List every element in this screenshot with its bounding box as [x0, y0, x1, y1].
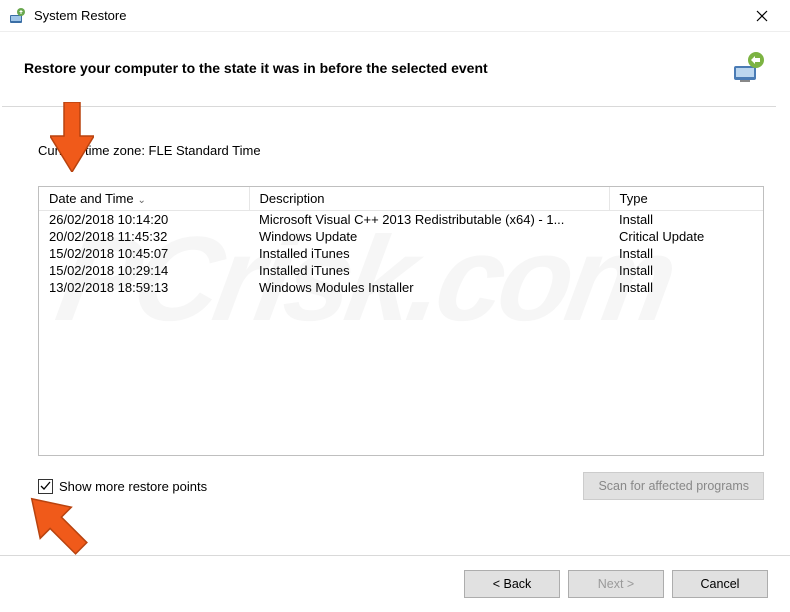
page-heading: Restore your computer to the state it wa… — [24, 60, 730, 76]
column-header-type[interactable]: Type — [609, 187, 763, 211]
cell-date: 20/02/2018 11:45:32 — [39, 228, 249, 245]
cell-desc: Microsoft Visual C++ 2013 Redistributabl… — [249, 211, 609, 229]
column-header-date[interactable]: Date and Time ⌄ — [39, 187, 249, 211]
table-row[interactable]: 15/02/2018 10:45:07Installed iTunesInsta… — [39, 245, 763, 262]
close-button[interactable] — [742, 2, 782, 30]
cell-desc: Installed iTunes — [249, 262, 609, 279]
cell-date: 13/02/2018 18:59:13 — [39, 279, 249, 296]
wizard-footer: < Back Next > Cancel — [0, 555, 790, 612]
cell-type: Critical Update — [609, 228, 763, 245]
cell-desc: Windows Update — [249, 228, 609, 245]
restore-large-icon — [730, 50, 766, 86]
cell-date: 15/02/2018 10:45:07 — [39, 245, 249, 262]
timezone-label: Current time zone: FLE Standard Time — [38, 143, 764, 158]
cell-date: 26/02/2018 10:14:20 — [39, 211, 249, 229]
table-row[interactable]: 26/02/2018 10:14:20Microsoft Visual C++ … — [39, 211, 763, 229]
column-header-date-label: Date and Time — [49, 191, 134, 206]
cell-desc: Installed iTunes — [249, 245, 609, 262]
table-row[interactable]: 13/02/2018 18:59:13Windows Modules Insta… — [39, 279, 763, 296]
cancel-button[interactable]: Cancel — [672, 570, 768, 598]
cell-type: Install — [609, 211, 763, 229]
annotation-arrow-down — [50, 102, 94, 172]
sort-descending-icon: ⌄ — [138, 195, 146, 206]
header: Restore your computer to the state it wa… — [0, 32, 790, 94]
cell-date: 15/02/2018 10:29:14 — [39, 262, 249, 279]
back-button[interactable]: < Back — [464, 570, 560, 598]
cell-type: Install — [609, 262, 763, 279]
cell-type: Install — [609, 245, 763, 262]
table-row[interactable]: 15/02/2018 10:29:14Installed iTunesInsta… — [39, 262, 763, 279]
cell-desc: Windows Modules Installer — [249, 279, 609, 296]
next-button: Next > — [568, 570, 664, 598]
title-bar: System Restore — [0, 0, 790, 32]
restore-points-list[interactable]: Date and Time ⌄ Description Type 26/02/20… — [38, 186, 764, 456]
scan-affected-button: Scan for affected programs — [583, 472, 764, 500]
column-header-description[interactable]: Description — [249, 187, 609, 211]
annotation-arrow-diagonal — [24, 491, 96, 563]
restore-icon — [8, 6, 28, 26]
window-title: System Restore — [34, 8, 742, 23]
cell-type: Install — [609, 279, 763, 296]
table-row[interactable]: 20/02/2018 11:45:32Windows UpdateCritica… — [39, 228, 763, 245]
